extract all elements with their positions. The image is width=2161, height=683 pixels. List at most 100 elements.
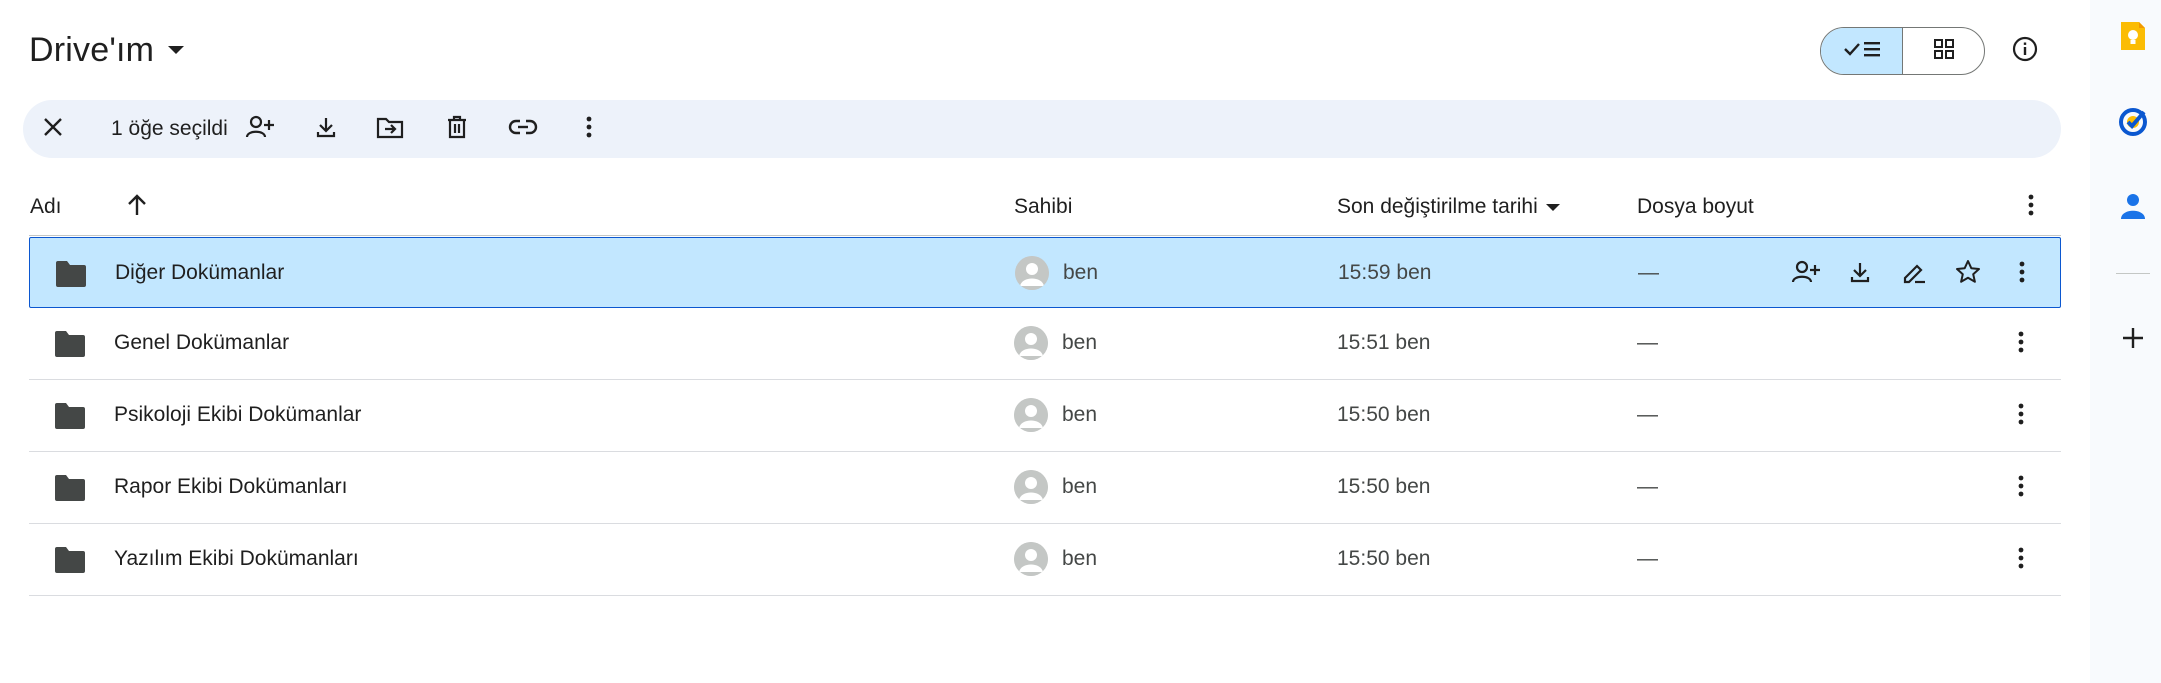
more-vert-icon bbox=[2027, 193, 2035, 222]
side-panel-divider bbox=[2116, 273, 2150, 274]
more-vert-icon bbox=[2018, 260, 2026, 289]
tasks-app-button[interactable] bbox=[2113, 104, 2153, 144]
file-name: Yazılım Ekibi Dokümanları bbox=[114, 547, 359, 570]
modified-date: 15:59 ben bbox=[1338, 261, 1432, 284]
table-row[interactable]: Rapor Ekibi Dokümanları ben 15:50 ben — bbox=[29, 452, 2061, 524]
more-vert-icon bbox=[2017, 330, 2025, 359]
column-modified-label: Son değiştirilme tarihi bbox=[1337, 195, 1538, 218]
selection-count: 1 öğe seçildi bbox=[111, 117, 228, 140]
avatar bbox=[1014, 398, 1048, 432]
avatar bbox=[1015, 256, 1049, 290]
caret-down-icon bbox=[1545, 203, 1560, 211]
owner-name: ben bbox=[1062, 403, 1098, 426]
owner-name: ben bbox=[1062, 331, 1098, 354]
more-vert-icon bbox=[2017, 474, 2025, 503]
download-icon bbox=[314, 115, 338, 144]
row-more-button[interactable] bbox=[2001, 540, 2041, 580]
share-button[interactable] bbox=[240, 109, 280, 149]
drive-main-content: Drive'ım 1 öğe seçildi Adı Sahibi Son de… bbox=[0, 0, 2090, 683]
star-icon bbox=[1955, 259, 1981, 290]
more-vert-icon bbox=[2017, 546, 2025, 575]
row-star-button[interactable] bbox=[1948, 254, 1988, 294]
column-owner-header[interactable]: Sahibi bbox=[1014, 178, 1072, 236]
file-size: — bbox=[1637, 547, 1658, 570]
folder-icon bbox=[55, 260, 87, 288]
list-view-button[interactable] bbox=[1821, 28, 1903, 74]
link-icon bbox=[508, 117, 538, 142]
folder-icon bbox=[54, 546, 86, 574]
owner-name: ben bbox=[1062, 475, 1098, 498]
page-title: Drive'ım bbox=[29, 30, 155, 69]
row-download-button[interactable] bbox=[1840, 254, 1880, 294]
grid-view-button[interactable] bbox=[1903, 28, 1984, 74]
table-row[interactable]: Yazılım Ekibi Dokümanları ben 15:50 ben … bbox=[29, 524, 2061, 596]
file-size: — bbox=[1637, 331, 1658, 354]
my-drive-title-dropdown[interactable]: Drive'ım bbox=[29, 24, 185, 76]
caret-down-icon bbox=[168, 46, 185, 54]
row-more-button[interactable] bbox=[2001, 324, 2041, 364]
file-name: Rapor Ekibi Dokümanları bbox=[114, 475, 348, 498]
tasks-icon bbox=[2118, 107, 2148, 142]
file-size: — bbox=[1637, 475, 1658, 498]
edit-icon bbox=[1901, 260, 1927, 289]
close-icon bbox=[42, 116, 64, 143]
folder-icon bbox=[54, 402, 86, 430]
owner-name: ben bbox=[1063, 261, 1099, 284]
contacts-icon bbox=[2120, 191, 2146, 226]
view-toggle bbox=[1820, 27, 1985, 75]
clear-selection-button[interactable] bbox=[33, 109, 73, 149]
column-options-button[interactable] bbox=[2011, 187, 2051, 227]
contacts-app-button[interactable] bbox=[2113, 188, 2153, 228]
check-list-icon bbox=[1842, 37, 1882, 66]
modified-date: 15:51 ben bbox=[1337, 331, 1431, 354]
share-icon bbox=[245, 114, 275, 145]
column-size-header[interactable]: Dosya boyut bbox=[1637, 178, 1754, 236]
file-size: — bbox=[1638, 261, 1659, 284]
row-share-button[interactable] bbox=[1786, 254, 1826, 294]
arrow-up-icon bbox=[126, 193, 148, 222]
row-more-button[interactable] bbox=[2001, 396, 2041, 436]
trash-icon bbox=[445, 114, 469, 145]
get-add-ons-button[interactable] bbox=[2113, 320, 2153, 360]
file-size: — bbox=[1637, 403, 1658, 426]
row-more-button[interactable] bbox=[2002, 254, 2042, 294]
folder-icon bbox=[54, 330, 86, 358]
modified-date: 15:50 ben bbox=[1337, 547, 1431, 570]
more-vert-icon bbox=[2017, 402, 2025, 431]
file-name: Genel Dokümanlar bbox=[114, 331, 290, 354]
move-button[interactable] bbox=[370, 109, 410, 149]
folder-icon bbox=[54, 474, 86, 502]
file-name: Diğer Dokümanlar bbox=[115, 261, 285, 284]
avatar bbox=[1014, 326, 1048, 360]
row-rename-button[interactable] bbox=[1894, 254, 1934, 294]
details-info-button[interactable] bbox=[2003, 29, 2047, 73]
modified-date: 15:50 ben bbox=[1337, 403, 1431, 426]
grid-icon bbox=[1932, 37, 1956, 66]
table-row[interactable]: Diğer Dokümanlar ben 15:59 ben — bbox=[29, 237, 2061, 308]
selection-toolbar: 1 öğe seçildi bbox=[23, 100, 2061, 158]
table-row[interactable]: Psikoloji Ekibi Dokümanlar ben 15:50 ben… bbox=[29, 380, 2061, 452]
sort-direction-button[interactable] bbox=[121, 191, 153, 223]
delete-button[interactable] bbox=[437, 109, 477, 149]
row-more-button[interactable] bbox=[2001, 468, 2041, 508]
more-vert-icon bbox=[585, 115, 593, 144]
column-name-header[interactable]: Adı bbox=[30, 178, 62, 236]
download-button[interactable] bbox=[306, 109, 346, 149]
keep-icon bbox=[2119, 20, 2147, 57]
avatar bbox=[1014, 542, 1048, 576]
avatar bbox=[1014, 470, 1048, 504]
move-icon bbox=[376, 115, 404, 144]
column-modified-header[interactable]: Son değiştirilme tarihi bbox=[1337, 178, 1560, 236]
file-name: Psikoloji Ekibi Dokümanlar bbox=[114, 403, 362, 426]
add-icon bbox=[2121, 326, 2145, 355]
modified-date: 15:50 ben bbox=[1337, 475, 1431, 498]
keep-app-button[interactable] bbox=[2113, 18, 2153, 58]
file-list: Diğer Dokümanlar ben 15:59 ben — Genel D… bbox=[29, 237, 2061, 596]
file-list-header: Adı Sahibi Son değiştirilme tarihi Dosya… bbox=[29, 178, 2061, 236]
download-icon bbox=[1848, 260, 1872, 289]
owner-name: ben bbox=[1062, 547, 1098, 570]
share-icon bbox=[1791, 259, 1821, 290]
table-row[interactable]: Genel Dokümanlar ben 15:51 ben — bbox=[29, 308, 2061, 380]
copy-link-button[interactable] bbox=[503, 109, 543, 149]
more-actions-button[interactable] bbox=[569, 109, 609, 149]
